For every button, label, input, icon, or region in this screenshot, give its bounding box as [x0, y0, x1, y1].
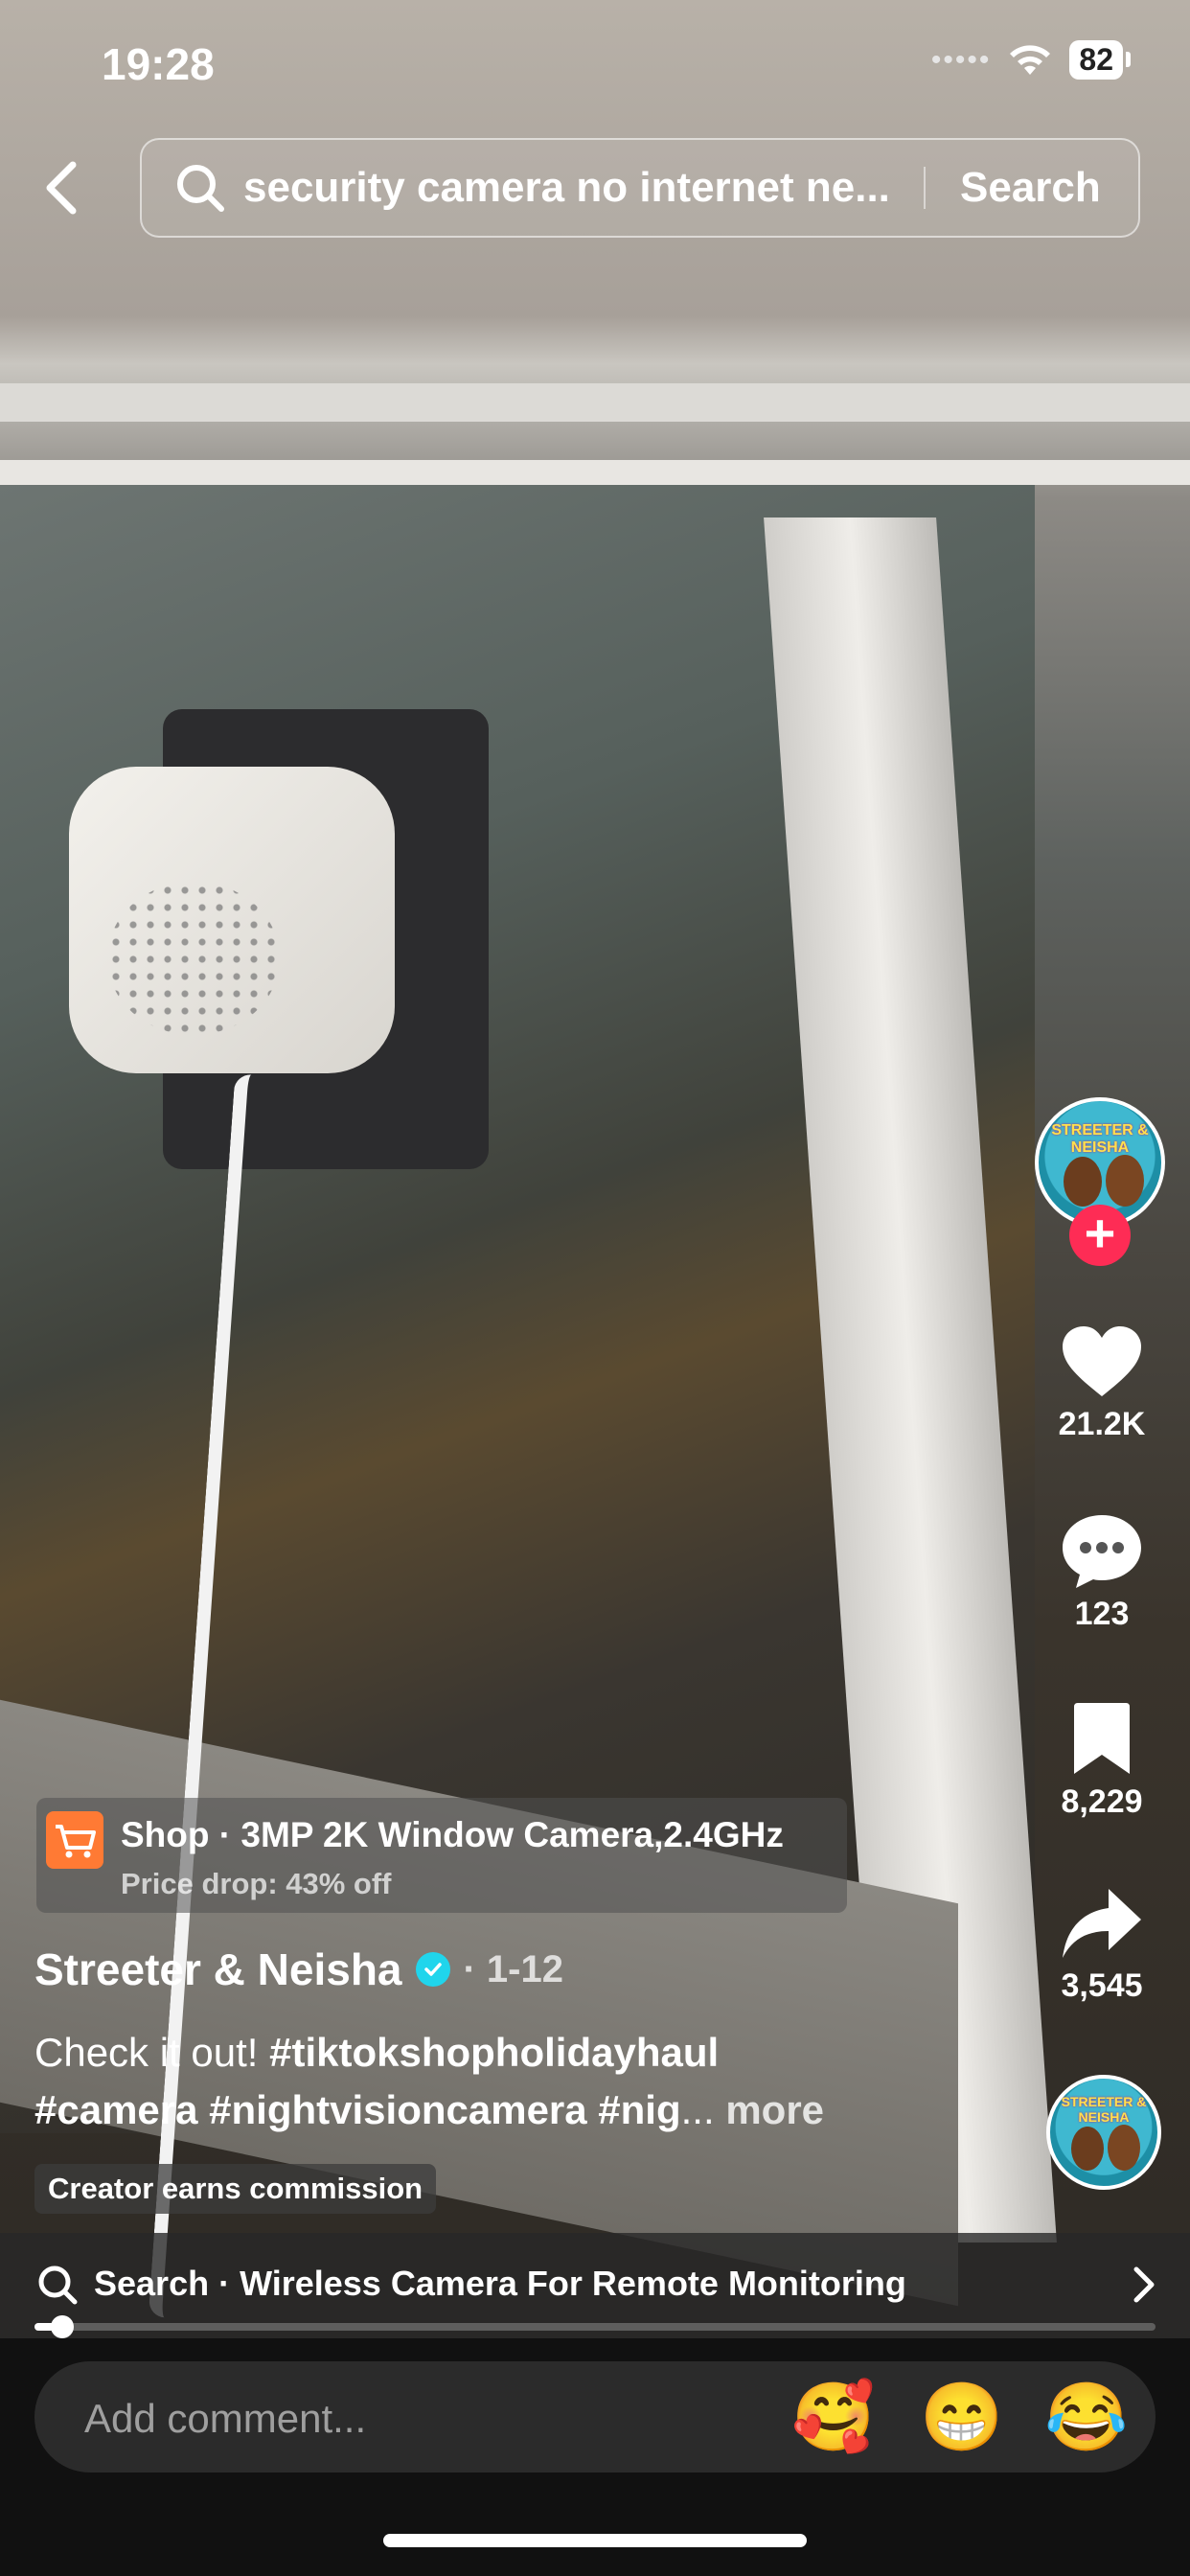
search-bar[interactable]: security camera no internet ne... Search — [140, 138, 1140, 238]
window-frame-rail — [0, 460, 1190, 485]
more-link[interactable]: more — [725, 2087, 824, 2132]
caption-text: Check it out! — [34, 2030, 270, 2075]
comment-bubble-icon — [1063, 1515, 1141, 1588]
author-row: Streeter & Neisha · 1-12 — [34, 1944, 563, 1995]
comment-button[interactable]: 123 — [1035, 1511, 1169, 1633]
creator-avatar-wrap: STREETER & NEISHA + — [1035, 1097, 1169, 1289]
verified-badge-icon — [415, 1952, 450, 1987]
status-icons: ••••• 82 — [930, 40, 1131, 80]
chevron-right-icon — [1133, 2266, 1155, 2303]
caption-ellipsis: ... — [680, 2087, 715, 2132]
home-indicator[interactable] — [383, 2534, 807, 2547]
wifi-icon — [1010, 44, 1051, 75]
hashtag-link[interactable]: #tiktokshopholidayhaul — [269, 2030, 719, 2075]
share-arrow-icon — [1063, 1889, 1141, 1958]
shop-product-link[interactable]: Shop · 3MP 2K Window Camera,2.4GHz Price… — [36, 1798, 847, 1913]
post-caption: Check it out! #tiktokshopholidayhaul #ca… — [34, 2024, 993, 2139]
author-name[interactable]: Streeter & Neisha — [34, 1944, 402, 1995]
post-date: · 1-12 — [463, 1947, 564, 1990]
commission-label: Creator earns commission — [34, 2164, 437, 2214]
window-frame-top — [0, 383, 1190, 422]
shopping-cart-icon — [46, 1811, 103, 1869]
video-progress-bar[interactable] — [34, 2315, 1156, 2338]
avatar-face-right — [1106, 1155, 1144, 1207]
hashtag-link[interactable]: #nig — [598, 2087, 680, 2132]
status-time: 19:28 — [102, 39, 215, 89]
sound-disc-avatar[interactable]: STREETER & NEISHA — [1046, 2075, 1161, 2190]
comment-count: 123 — [1074, 1596, 1130, 1632]
save-count: 8,229 — [1061, 1783, 1143, 1820]
camera-speaker-grille — [107, 882, 280, 1035]
emoji-smiling-hearts-button[interactable]: 🥰 — [791, 2380, 875, 2453]
avatar-logo-text: STREETER & NEISHA — [1051, 1122, 1149, 1156]
shop-title: Shop · 3MP 2K Window Camera,2.4GHz — [121, 1815, 784, 1854]
search-icon — [177, 165, 224, 212]
disc-face-right — [1108, 2125, 1140, 2171]
back-arrow-icon[interactable] — [42, 159, 80, 217]
save-button[interactable]: 8,229 — [1035, 1701, 1169, 1821]
security-camera — [69, 767, 395, 1073]
related-search-text: Search · Wireless Camera For Remote Moni… — [94, 2264, 906, 2303]
like-count: 21.2K — [1058, 1406, 1146, 1442]
search-query-text[interactable]: security camera no internet ne... — [243, 164, 904, 212]
share-button[interactable]: 3,545 — [1035, 1885, 1169, 2005]
sound-disc-logo-text: STREETER & NEISHA — [1061, 2094, 1147, 2125]
search-icon — [38, 2266, 78, 2305]
battery-indicator: 82 — [1069, 40, 1131, 80]
cellular-signal-icon: ••••• — [930, 43, 992, 76]
hashtag-link[interactable]: #camera — [34, 2087, 197, 2132]
bookmark-icon — [1074, 1703, 1130, 1774]
comment-input[interactable]: Add comment... 🥰 😁 😂 — [34, 2361, 1156, 2472]
hashtag-link[interactable]: #nightvisioncamera — [209, 2087, 586, 2132]
action-rail: STREETER & NEISHA + 21.2K 123 8,229 3,54… — [1035, 1097, 1169, 2190]
shop-price-drop: Price drop: 43% off — [121, 1867, 392, 1900]
emoji-grin-button[interactable]: 😁 — [920, 2380, 1003, 2453]
share-count: 3,545 — [1061, 1967, 1143, 2004]
like-button[interactable]: 21.2K — [1035, 1323, 1169, 1443]
search-button[interactable]: Search — [960, 164, 1101, 212]
emoji-tears-of-joy-button[interactable]: 😂 — [1044, 2380, 1128, 2453]
follow-plus-button[interactable]: + — [1069, 1205, 1131, 1266]
heart-icon — [1063, 1326, 1141, 1396]
avatar-face-left — [1064, 1157, 1102, 1207]
search-divider — [924, 167, 926, 209]
comment-placeholder: Add comment... — [84, 2396, 367, 2441]
disc-face-left — [1071, 2127, 1104, 2171]
